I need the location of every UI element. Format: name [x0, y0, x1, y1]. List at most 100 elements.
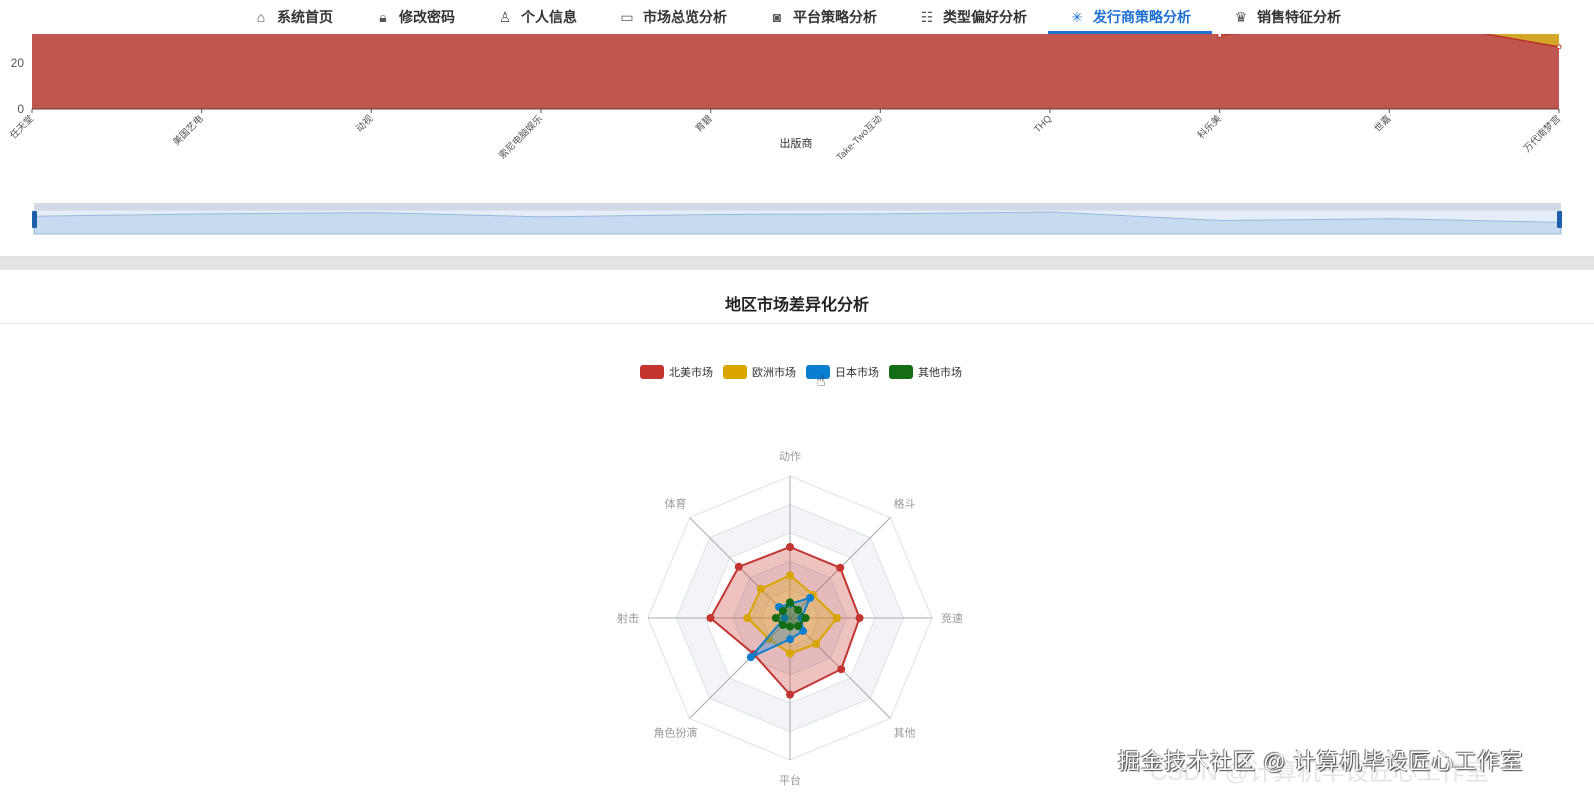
- radar-indicator-label: 体育: [664, 496, 686, 510]
- panel-title: 地区市场差异化分析: [724, 297, 869, 314]
- radar-point[interactable]: [786, 649, 794, 658]
- legend-item-1[interactable]: 欧洲市场: [723, 364, 796, 380]
- radar-point[interactable]: [836, 563, 845, 572]
- radar-point[interactable]: [764, 635, 773, 644]
- radar-point[interactable]: [706, 614, 715, 622]
- radar-point[interactable]: [786, 635, 794, 644]
- radar-point[interactable]: [746, 653, 755, 662]
- radar-point[interactable]: [778, 621, 787, 630]
- radar-indicator-label: 其他: [894, 727, 916, 740]
- radar-point[interactable]: [786, 622, 794, 631]
- section-divider: [0, 256, 1594, 270]
- radar-ring: [732, 560, 848, 676]
- radar-point[interactable]: [855, 614, 864, 622]
- home-icon: ⌂: [256, 9, 266, 25]
- datazoom-right-handle[interactable]: [1557, 211, 1562, 228]
- nav-item-4[interactable]: ◙ 平台策略分析: [748, 0, 898, 34]
- radar-point[interactable]: [794, 605, 803, 614]
- radar-point[interactable]: [786, 598, 794, 607]
- y-tick-label: 20: [11, 56, 25, 70]
- radar-indicator-label: 格斗: [894, 496, 916, 510]
- radar-indicator-label: 射击: [617, 611, 639, 625]
- nav-item-2[interactable]: ♙ 个人信息: [476, 0, 598, 34]
- x-tick-label: 世嘉: [1372, 113, 1394, 135]
- radar-point[interactable]: [778, 606, 787, 615]
- watermark: 掘金技术社区 @ 计算机毕设匠心工作室: [1118, 749, 1524, 774]
- nav-item-5[interactable]: ☷ 类型偏好分析: [898, 0, 1048, 34]
- panel-title-divider: [0, 323, 1594, 324]
- radar-point[interactable]: [774, 602, 783, 611]
- radar-ring: [675, 503, 905, 733]
- radar-point[interactable]: [806, 593, 815, 602]
- radar-series-2[interactable]: [750, 596, 812, 659]
- nav-item-6[interactable]: ✳ 发行商策略分析: [1048, 0, 1212, 34]
- x-tick-label: 育碧: [693, 113, 715, 135]
- radar-point[interactable]: [780, 614, 789, 622]
- datazoom-slider[interactable]: [33, 203, 1562, 235]
- user-icon: ♙: [498, 8, 512, 25]
- radar-point[interactable]: [786, 571, 794, 580]
- legend-swatch: [640, 365, 664, 379]
- radar-point[interactable]: [794, 622, 803, 631]
- legend-swatch: [889, 365, 913, 379]
- radar-series-3[interactable]: [774, 600, 807, 628]
- radar-series-0[interactable]: [709, 545, 861, 696]
- x-tick-label: 科乐美: [1195, 112, 1224, 141]
- legend-item-0[interactable]: 北美市场: [640, 364, 713, 380]
- radar-axis: [789, 517, 891, 619]
- radar-indicator-label: 角色扮演: [653, 726, 697, 740]
- legend-label: 欧洲市场: [752, 367, 796, 379]
- radar-axis: [689, 617, 791, 719]
- publisher-area-chart: 0 20 任天堂 美国艺电 动视 索尼电脑娱乐 育碧 Take-Two互动 THQ 科乐美 世嘉 万代…: [7, 0, 1563, 235]
- radar-point[interactable]: [837, 665, 846, 674]
- radar-legend: 北美市场 欧洲市场 日本市场 其他市场: [640, 364, 962, 380]
- legend-swatch: [723, 365, 747, 379]
- radar-point[interactable]: [786, 599, 794, 608]
- monitor-icon: ▭: [620, 8, 634, 25]
- data-point[interactable]: [1217, 32, 1223, 38]
- nav-item-1[interactable]: 🔒︎ 修改密码: [354, 0, 476, 34]
- radar-point[interactable]: [812, 640, 821, 649]
- radar-point[interactable]: [832, 614, 841, 622]
- nav-item-label: 销售特征分析: [1257, 9, 1341, 25]
- legend-label: 北美市场: [669, 367, 713, 379]
- radar-point[interactable]: [786, 690, 794, 699]
- nav-item-label: 类型偏好分析: [943, 9, 1027, 25]
- radar-ring: [761, 589, 819, 647]
- nav-item-label: 平台策略分析: [793, 9, 877, 25]
- x-tick-label: 索尼电脑娱乐: [496, 112, 545, 161]
- legend-item-3[interactable]: 其他市场: [889, 364, 962, 380]
- radar-ring: [704, 532, 876, 704]
- radar-point[interactable]: [809, 590, 818, 599]
- nav-item-label: 个人信息: [521, 9, 577, 25]
- radar-point[interactable]: [743, 614, 752, 622]
- radar-series-1[interactable]: [746, 574, 839, 655]
- radar-axis: [789, 617, 891, 719]
- camera-icon: ◙: [772, 9, 782, 25]
- radar-point[interactable]: [749, 650, 758, 659]
- radar-point[interactable]: [786, 543, 794, 551]
- nav-item-label: 发行商策略分析: [1093, 9, 1191, 25]
- nav-item-0[interactable]: ⌂ 系统首页: [232, 0, 354, 34]
- radar-indicator-label: 动作: [779, 450, 801, 463]
- legend-label: 日本市场: [835, 367, 879, 379]
- x-tick-label: 美国艺电: [170, 112, 206, 148]
- nav-item-label: 修改密码: [399, 9, 455, 25]
- radar-point[interactable]: [799, 627, 808, 636]
- lock-icon: 🔒︎: [379, 8, 387, 25]
- radar-point[interactable]: [797, 614, 806, 622]
- radar-point[interactable]: [771, 614, 780, 622]
- data-point[interactable]: [1556, 44, 1562, 50]
- radar-indicator-label: 竞速: [941, 611, 963, 625]
- radar-indicator-label: 平台: [779, 773, 801, 787]
- nav-item-7[interactable]: ♛ 销售特征分析: [1212, 0, 1362, 34]
- nav-item-3[interactable]: ▭ 市场总览分析: [598, 0, 748, 34]
- radar-axis: [689, 517, 791, 619]
- x-tick-label: 万代南梦宫: [1521, 113, 1563, 155]
- radar-point[interactable]: [801, 614, 810, 622]
- radar-point[interactable]: [756, 584, 765, 593]
- datazoom-left-handle[interactable]: [32, 211, 37, 228]
- nav-item-label: 系统首页: [277, 9, 333, 25]
- radar-point[interactable]: [734, 562, 743, 571]
- x-axis-title: 出版商: [780, 136, 813, 150]
